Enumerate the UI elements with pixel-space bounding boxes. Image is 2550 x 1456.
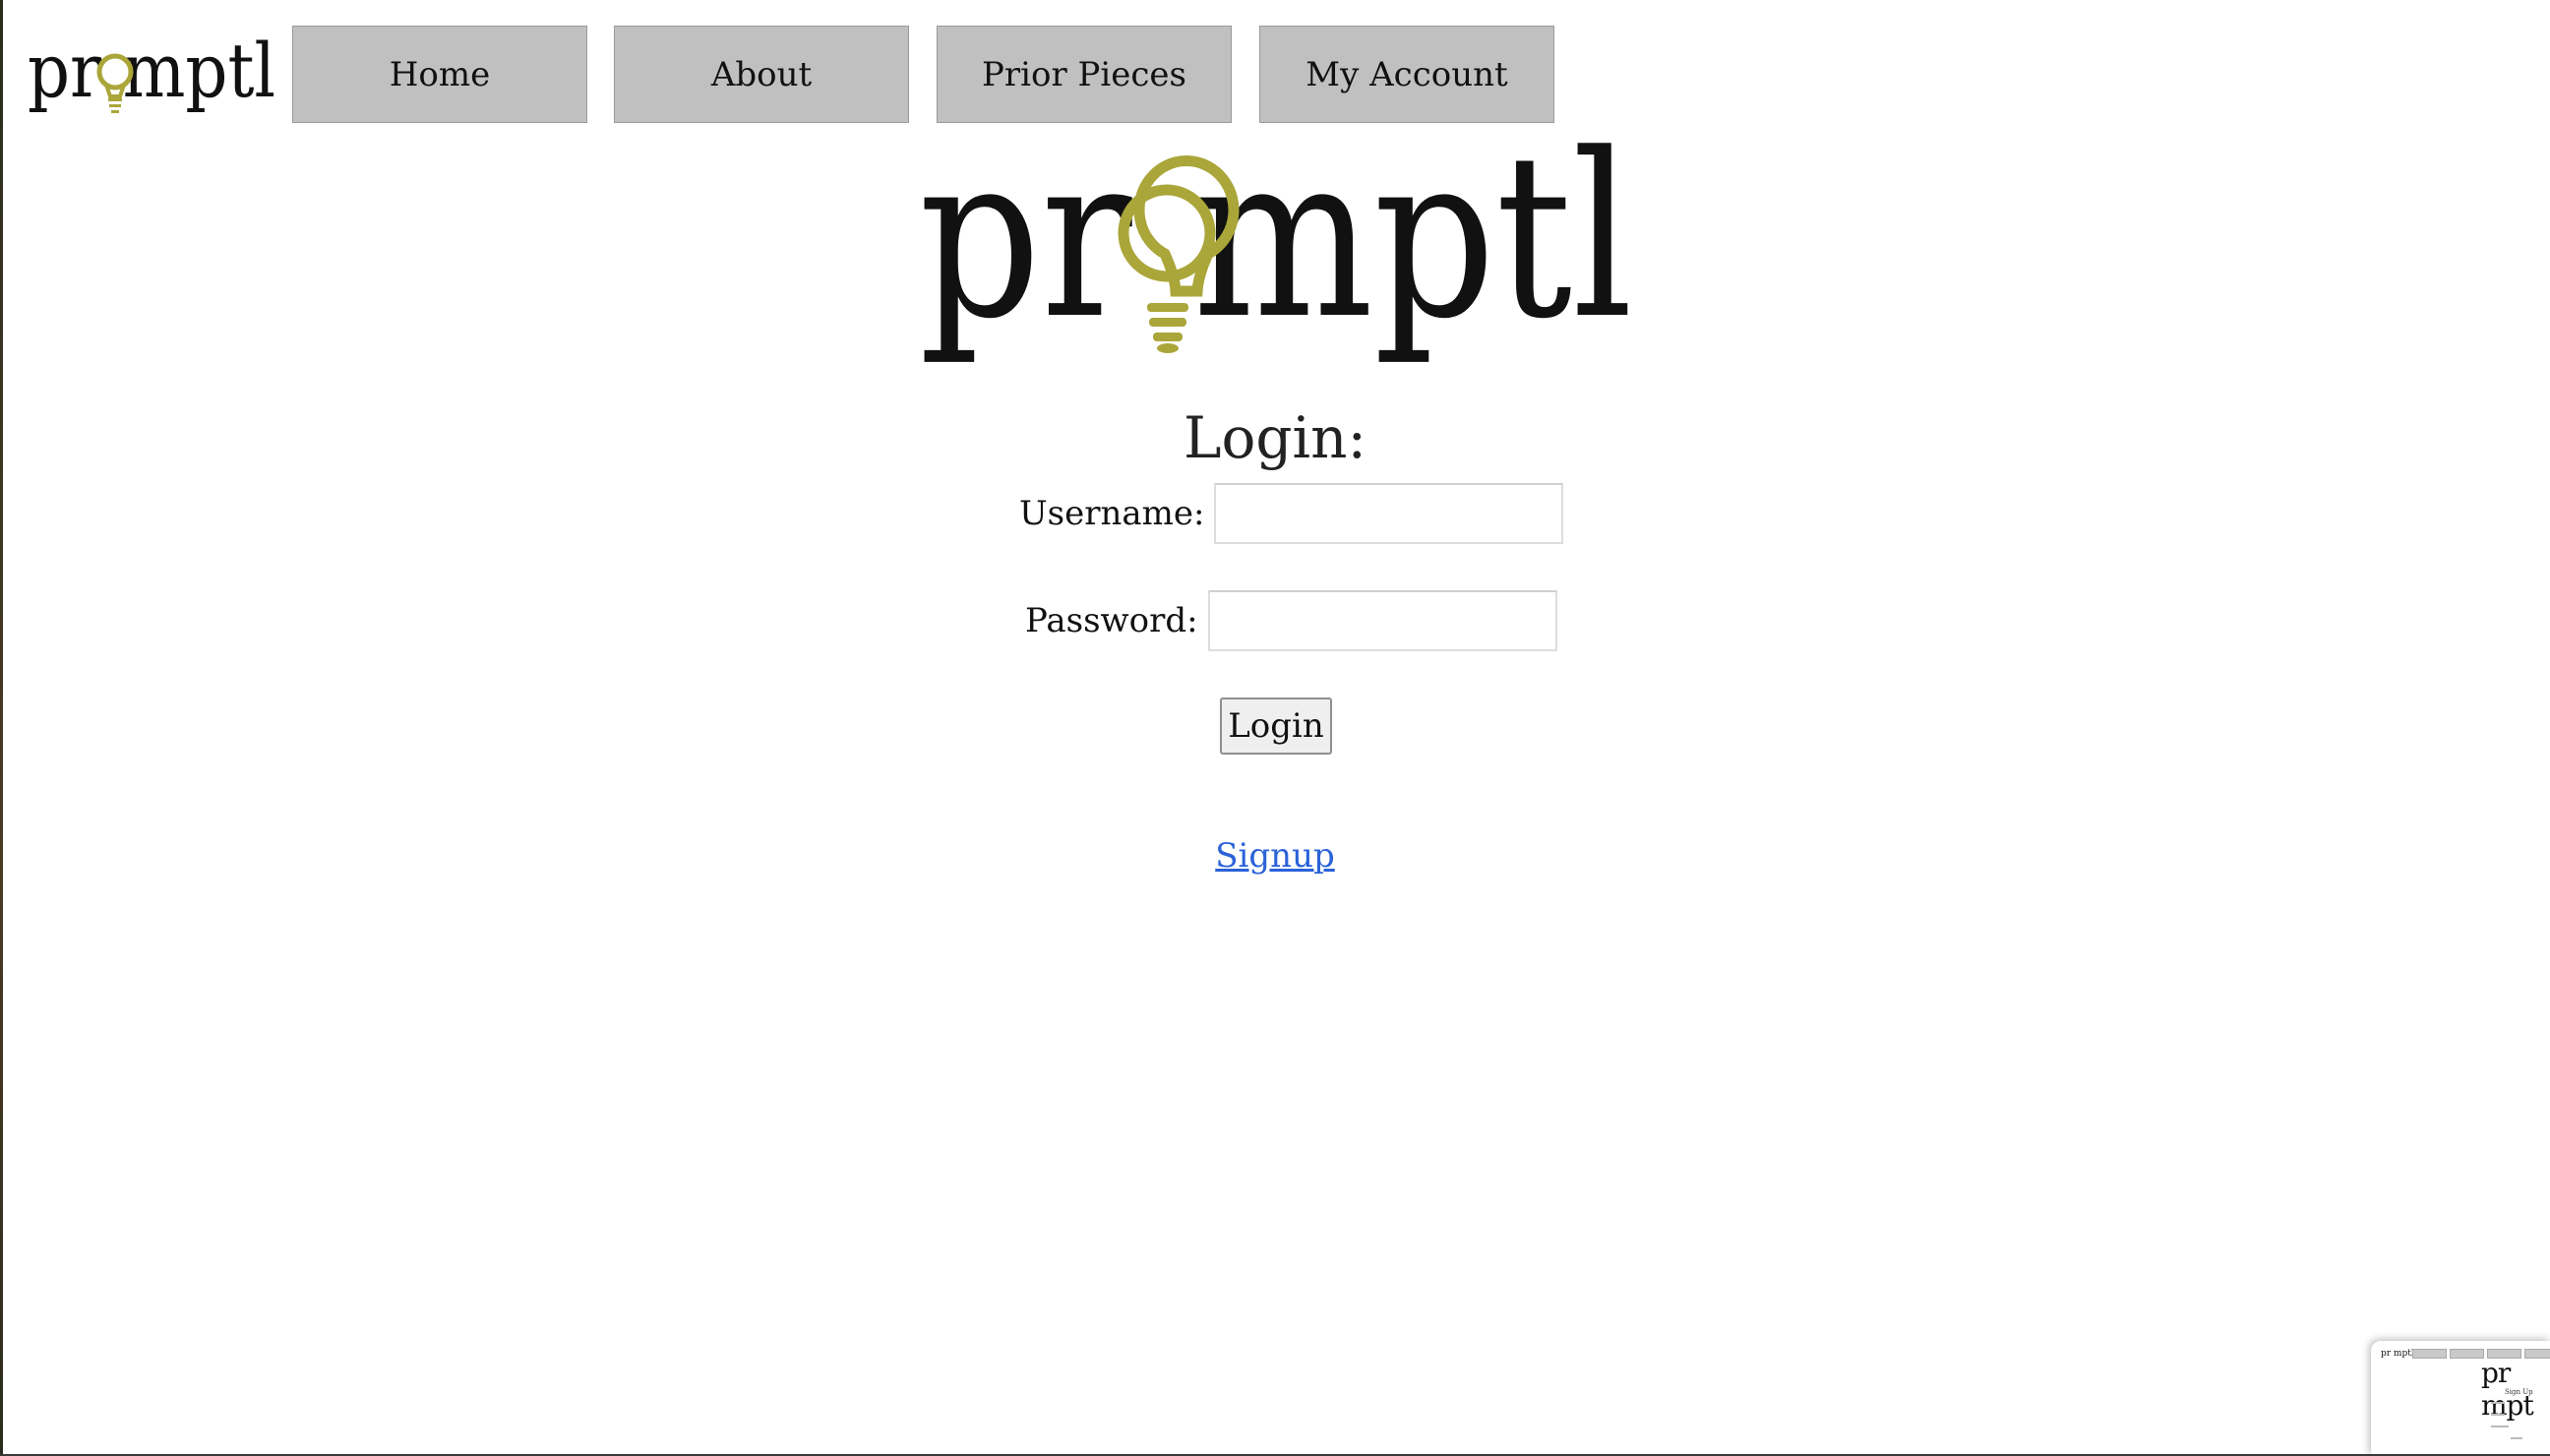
promptl-nav-logo[interactable]: pr mptl <box>28 28 275 116</box>
signup-link-container: Signup <box>0 832 2550 880</box>
username-input[interactable] <box>1214 483 1564 544</box>
thumbnail-field-line <box>2491 1402 2505 1404</box>
login-button[interactable]: Login <box>1220 698 1332 755</box>
username-label: Username: <box>1019 494 1205 533</box>
nav-my-account-button[interactable]: My Account <box>1259 26 1554 123</box>
thumbnail-field-line <box>2491 1426 2509 1427</box>
nav-about-button[interactable]: About <box>614 26 909 123</box>
svg-text:pr mptl: pr mptl <box>919 138 1633 369</box>
password-row: Password: <box>1025 590 1557 651</box>
thumbnail-nav-button <box>2412 1349 2447 1359</box>
screenshot-thumbnail[interactable]: pr mptl pr mpt Sign Up <box>2371 1341 2550 1456</box>
nav-home-button[interactable]: Home <box>292 26 587 123</box>
thumbnail-button-line <box>2511 1437 2522 1439</box>
password-input[interactable] <box>1207 590 1557 651</box>
thumbnail-nav-button <box>2450 1349 2484 1359</box>
thumbnail-title: Sign Up <box>2505 1388 2533 1396</box>
window-left-edge <box>0 0 3 1456</box>
nav-about-label: About <box>710 54 813 94</box>
nav-my-account-label: My Account <box>1305 54 1508 94</box>
thumbnail-field-line <box>2491 1414 2505 1416</box>
svg-text:pr mptl: pr mptl <box>28 28 275 114</box>
nav-home-label: Home <box>389 54 491 94</box>
login-heading: Login: <box>1183 404 1366 471</box>
username-row: Username: <box>1019 483 1564 544</box>
nav-prior-pieces-button[interactable]: Prior Pieces <box>937 26 1232 123</box>
promptl-hero-logo: pr mptl <box>919 138 1633 369</box>
thumbnail-nav-logo: pr mptl <box>2381 1349 2414 1359</box>
signup-link[interactable]: Signup <box>1215 836 1335 876</box>
nav-prior-pieces-label: Prior Pieces <box>981 54 1187 94</box>
password-label: Password: <box>1025 601 1198 640</box>
